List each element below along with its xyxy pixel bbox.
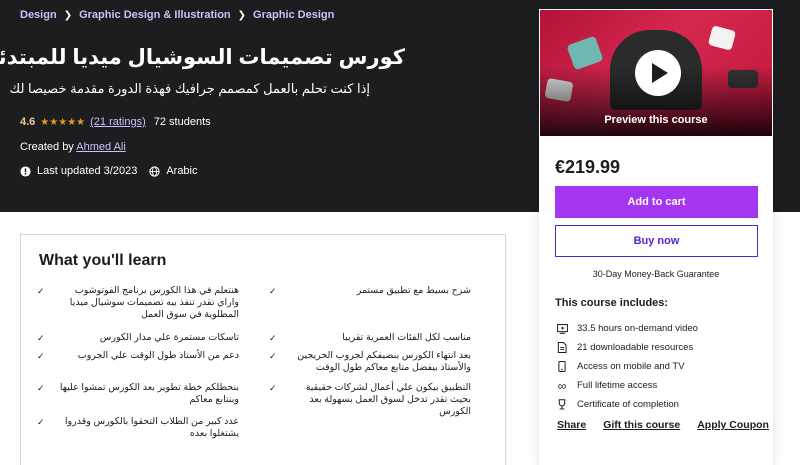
breadcrumb-graphic-design[interactable]: Graphic Design bbox=[253, 9, 334, 21]
include-text: 33.5 hours on-demand video bbox=[577, 323, 698, 334]
mobile-icon bbox=[555, 361, 569, 372]
learn-item: دعم من الأستاذ طول الوقت علي الجروب bbox=[77, 350, 239, 361]
list-item: Certificate of completion bbox=[555, 395, 698, 414]
check-icon: ✓ bbox=[37, 333, 45, 343]
course-subtitle: إذا كنت تحلم بالعمل كمصمم جرافيك فهذة ال… bbox=[9, 81, 371, 96]
list-item: ✓ دعم من الأستاذ طول الوقت علي الجروب bbox=[37, 350, 247, 362]
buy-now-button[interactable]: Buy now bbox=[555, 225, 758, 257]
rating-row: 4.6 ★★★★★ (21 ratings) 72 students bbox=[20, 116, 211, 128]
include-text: 21 downloadable resources bbox=[577, 342, 694, 353]
course-price: €219.99 bbox=[555, 157, 621, 177]
language: Arabic bbox=[149, 165, 198, 177]
learn-item: التطبيق بيكون علي أعمال لشركات حقيقية بح… bbox=[305, 382, 471, 417]
chevron-right-icon: ❯ bbox=[63, 9, 73, 21]
include-text: Access on mobile and TV bbox=[577, 361, 685, 372]
created-by-label: Created by bbox=[20, 141, 74, 153]
breadcrumb-design[interactable]: Design bbox=[20, 9, 57, 21]
breadcrumb-graphic-design-illustration[interactable]: Graphic Design & Illustration bbox=[79, 9, 231, 21]
list-item: ∞ Full lifetime access bbox=[555, 376, 698, 395]
learn-heading: What you'll learn bbox=[39, 252, 167, 269]
list-item: ✓ شرح بسيط مع تطبيق مستمر bbox=[269, 285, 479, 297]
globe-icon bbox=[149, 165, 160, 177]
add-to-cart-button[interactable]: Add to cart bbox=[555, 186, 758, 218]
list-item: ✓ التطبيق بيكون علي أعمال لشركات حقيقية ب… bbox=[269, 382, 479, 418]
learn-item: مناسب لكل الفئات العمرية تقريبا bbox=[342, 332, 471, 343]
rating-score: 4.6 bbox=[20, 116, 36, 128]
rating-stars-icon: ★★★★★ bbox=[40, 116, 86, 128]
students-count: 72 students bbox=[153, 116, 211, 128]
list-item: ✓ عدد كبير من الطلاب التحقوا بالكورس وقدر… bbox=[37, 416, 247, 440]
alert-badge-icon bbox=[20, 165, 31, 177]
share-link[interactable]: Share bbox=[557, 419, 586, 431]
learn-item: تاسكات مستمرة علي مدار الكورس bbox=[99, 332, 239, 343]
course-title: كورس تصميمات السوشيال ميديا للمبتدئين bbox=[0, 46, 405, 69]
instructor-link[interactable]: Ahmed Ali bbox=[76, 141, 126, 153]
list-item: Access on mobile and TV bbox=[555, 357, 698, 376]
play-icon[interactable] bbox=[635, 50, 681, 96]
check-icon: ✓ bbox=[37, 383, 45, 393]
gift-course-link[interactable]: Gift this course bbox=[603, 419, 680, 431]
list-item: ✓ مناسب لكل الفئات العمرية تقريبا bbox=[269, 332, 479, 344]
last-updated-text: Last updated 3/2023 bbox=[37, 165, 138, 177]
list-item: ✓ هنتعلم في هذا الكورس برنامج الفوتوشوب و… bbox=[37, 285, 247, 321]
learn-item: بعد انتهاء الكورس بنضيفكم لجروب الخريجين… bbox=[297, 350, 471, 373]
include-text: Certificate of completion bbox=[577, 399, 679, 410]
course-meta: Last updated 3/2023 Arabic bbox=[20, 165, 210, 177]
check-icon: ✓ bbox=[269, 383, 277, 393]
infinity-icon: ∞ bbox=[557, 378, 567, 393]
learn-item: بنحطلكم خطة تطوير بعد الكورس تمشوا عليها… bbox=[59, 382, 239, 405]
list-item: 33.5 hours on-demand video bbox=[555, 319, 698, 338]
created-by: Created by Ahmed Ali bbox=[20, 141, 126, 153]
learn-item: عدد كبير من الطلاب التحقوا بالكورس وقدرو… bbox=[64, 416, 239, 439]
list-item: ✓ تاسكات مستمرة علي مدار الكورس bbox=[37, 332, 247, 344]
check-icon: ✓ bbox=[269, 351, 277, 361]
check-icon: ✓ bbox=[37, 351, 45, 361]
money-back-guarantee: 30-Day Money-Back Guarantee bbox=[592, 269, 720, 279]
learn-item: شرح بسيط مع تطبيق مستمر bbox=[356, 285, 471, 296]
check-icon: ✓ bbox=[269, 333, 277, 343]
what-youll-learn: What you'll learn ✓ هنتعلم في هذا الكورس … bbox=[20, 234, 506, 465]
list-item: ✓ بنحطلكم خطة تطوير بعد الكورس تمشوا عليه… bbox=[37, 382, 247, 406]
check-icon: ✓ bbox=[37, 417, 45, 427]
list-item: ✓ بعد انتهاء الكورس بنضيفكم لجروب الخريجي… bbox=[269, 350, 479, 374]
course-preview[interactable]: Preview this course bbox=[539, 9, 773, 137]
check-icon: ✓ bbox=[37, 286, 45, 296]
chevron-right-icon: ❯ bbox=[237, 9, 247, 21]
includes-title: This course includes: bbox=[555, 297, 669, 309]
includes-list: 33.5 hours on-demand video 21 downloadab… bbox=[555, 319, 698, 414]
purchase-card: Preview this course €219.99 Add to cart … bbox=[539, 9, 773, 465]
file-icon bbox=[555, 342, 569, 353]
language-text: Arabic bbox=[166, 165, 198, 177]
last-updated: Last updated 3/2023 bbox=[20, 165, 137, 177]
check-icon: ✓ bbox=[269, 286, 277, 296]
trophy-icon bbox=[555, 399, 569, 410]
learn-item: هنتعلم في هذا الكورس برنامج الفوتوشوب وا… bbox=[69, 285, 239, 320]
breadcrumb: Design ❯ Graphic Design & Illustration ❯… bbox=[20, 9, 334, 21]
list-item: 21 downloadable resources bbox=[555, 338, 698, 357]
include-text: Full lifetime access bbox=[577, 380, 658, 391]
preview-label: Preview this course bbox=[604, 114, 708, 126]
apply-coupon-link[interactable]: Apply Coupon bbox=[697, 419, 769, 431]
video-icon bbox=[555, 323, 569, 334]
ratings-count-link[interactable]: (21 ratings) bbox=[90, 116, 146, 128]
preview-figure bbox=[707, 25, 737, 51]
card-links: Share Gift this course Apply Coupon bbox=[557, 419, 786, 431]
